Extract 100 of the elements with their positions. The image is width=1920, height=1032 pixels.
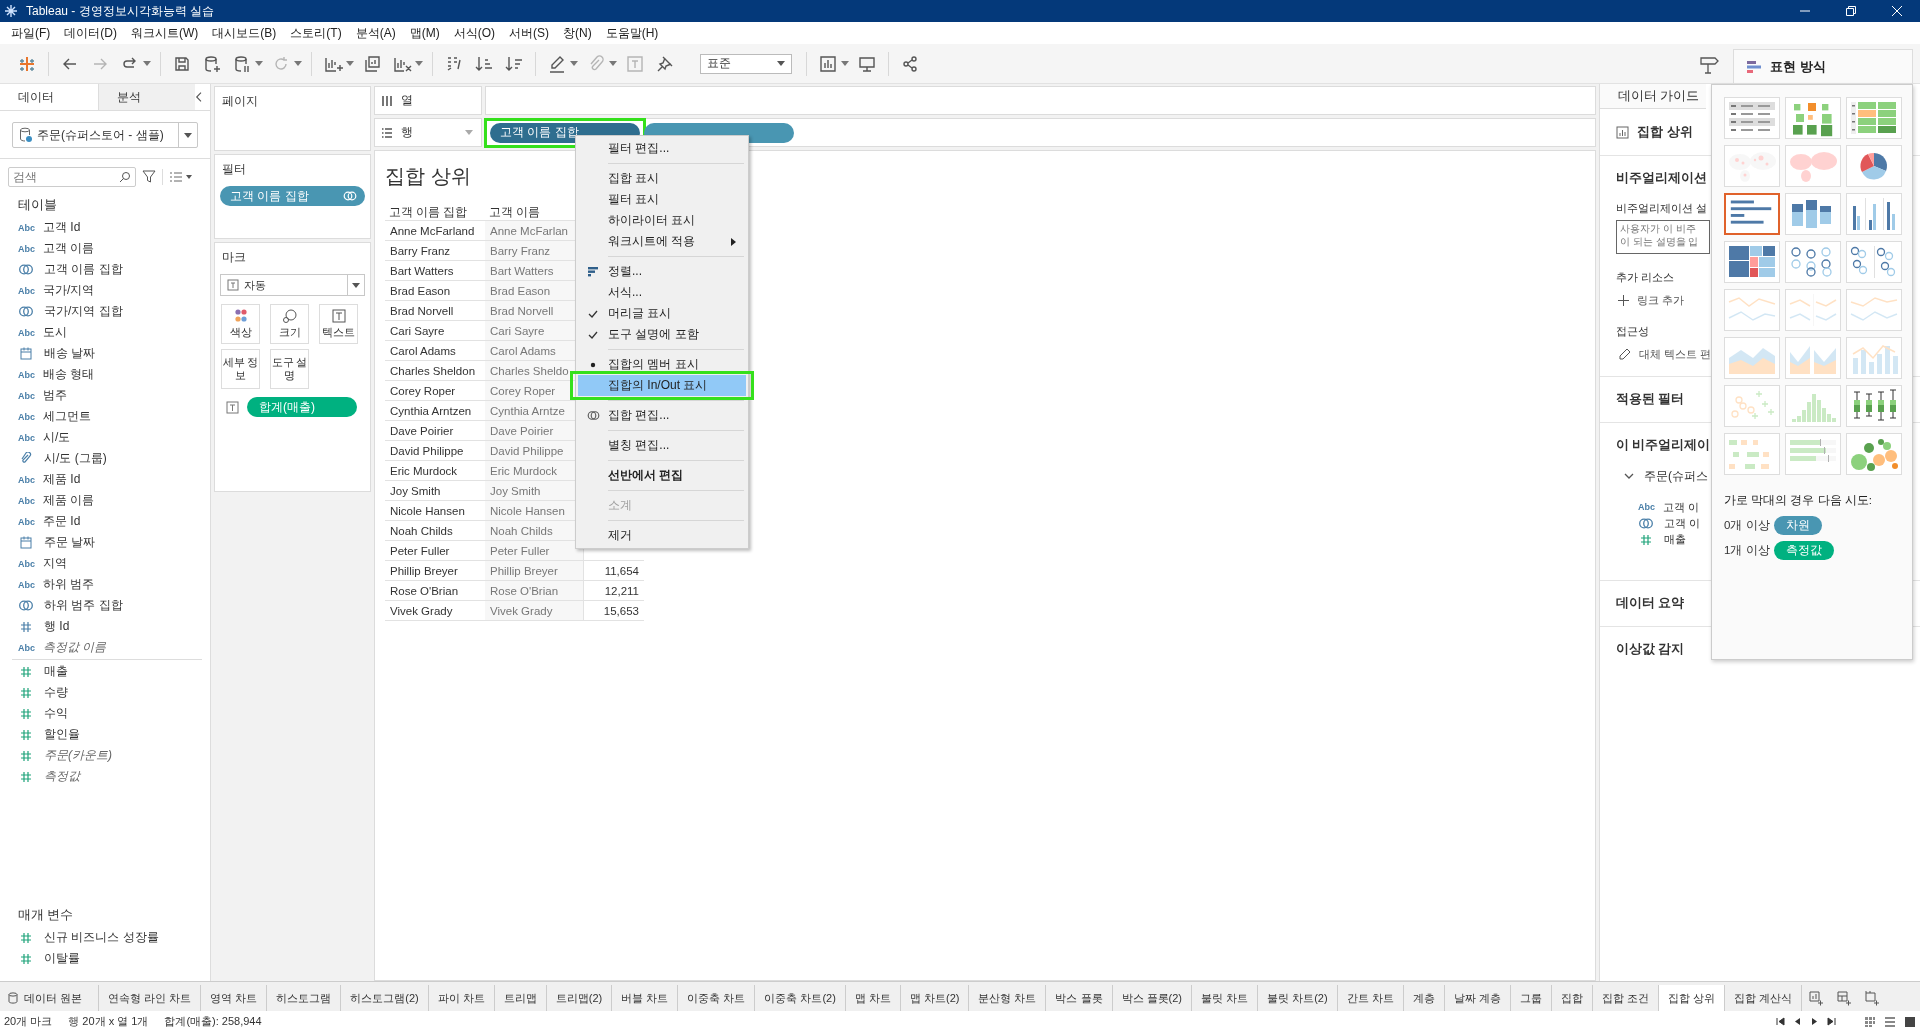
new-story-icon[interactable] bbox=[1863, 990, 1880, 1006]
caret-icon[interactable] bbox=[255, 61, 263, 66]
field-name[interactable]: 매출 bbox=[1664, 531, 1686, 547]
fit-dropdown[interactable]: 표준 bbox=[700, 53, 792, 74]
new-data-source-icon[interactable] bbox=[202, 53, 222, 74]
duplicate-sheet-icon[interactable] bbox=[362, 53, 382, 74]
filter-icon[interactable] bbox=[142, 170, 156, 184]
menu-item[interactable]: 정렬... bbox=[578, 261, 746, 282]
field-name[interactable]: 하위 범주 bbox=[43, 576, 95, 593]
field-name[interactable]: 제품 이름 bbox=[43, 492, 95, 509]
field-name[interactable]: 도시 bbox=[43, 324, 67, 341]
mark-type-dropdown[interactable]: 자동 bbox=[220, 274, 365, 296]
description-field[interactable]: 사용자가 이 비주 이 되는 설명을 입 bbox=[1616, 220, 1710, 254]
field-name[interactable]: 이탈률 bbox=[44, 950, 80, 967]
caret-icon[interactable] bbox=[143, 61, 151, 66]
collapse-icon[interactable] bbox=[195, 91, 202, 103]
list-view-icon[interactable] bbox=[1884, 1015, 1896, 1028]
menu-item[interactable]: 선반에서 편집 bbox=[578, 465, 746, 486]
field-name[interactable]: 지역 bbox=[43, 555, 67, 572]
field-name[interactable]: 세그먼트 bbox=[43, 408, 91, 425]
search-field[interactable]: 검색 bbox=[8, 167, 136, 187]
field-name[interactable]: 시/도 bbox=[43, 429, 71, 446]
show-cards-icon[interactable] bbox=[818, 53, 838, 74]
caret-icon[interactable] bbox=[841, 61, 849, 66]
field-name[interactable]: 고객 이름 bbox=[43, 240, 95, 257]
mark-property-button[interactable]: 텍스트 bbox=[319, 304, 358, 344]
close-icon[interactable] bbox=[1891, 5, 1903, 17]
field-name[interactable]: 측정값 이름 bbox=[43, 639, 107, 656]
menu-item[interactable]: 워크시트에 적용 bbox=[578, 231, 746, 252]
field-name[interactable]: 제품 Id bbox=[43, 471, 81, 488]
field-name[interactable]: 신규 비즈니스 성장률 bbox=[44, 929, 159, 946]
data-source-item[interactable]: 주문(슈퍼스 bbox=[1624, 468, 1708, 485]
field-name[interactable]: 매출 bbox=[44, 663, 68, 680]
view-options-icon[interactable] bbox=[169, 171, 193, 183]
caret-icon[interactable] bbox=[609, 61, 617, 66]
field-name[interactable]: 주문 Id bbox=[43, 513, 81, 530]
field-name[interactable]: 고객 이 bbox=[1664, 515, 1701, 531]
mark-property-button[interactable]: 크기 bbox=[270, 304, 309, 344]
menu-item[interactable]: 데이터(D) bbox=[57, 24, 124, 42]
sheet-tab[interactable]: 집합 상위 bbox=[1658, 985, 1725, 1011]
menu-item[interactable]: 서식(O) bbox=[446, 24, 502, 42]
menu-item[interactable]: 필터 표시 bbox=[578, 189, 746, 210]
show-me-button[interactable]: 표현 방식 bbox=[1733, 49, 1913, 83]
field-name[interactable]: 고객 Id bbox=[43, 219, 81, 236]
field-name[interactable]: 수익 bbox=[44, 705, 68, 722]
mark-property-button[interactable]: 색상 bbox=[221, 304, 260, 344]
caret-icon[interactable] bbox=[184, 132, 192, 138]
menu-item[interactable]: 서버(S) bbox=[502, 24, 556, 42]
field-name[interactable]: 하위 범주 집합 bbox=[44, 597, 123, 614]
menu-item[interactable]: 머리글 표시 bbox=[578, 303, 746, 324]
pane-tab[interactable]: 분석 bbox=[98, 84, 196, 110]
field-name[interactable]: 국가/지역 bbox=[43, 282, 95, 299]
add-link-button[interactable]: 링크 추가 bbox=[1616, 293, 1685, 308]
menu-item[interactable]: 집합의 멤버 표시 bbox=[578, 354, 746, 375]
menu-item[interactable]: 워크시트(W) bbox=[124, 24, 206, 42]
mark-property-button[interactable]: 세부 정보 bbox=[221, 349, 260, 389]
menu-item[interactable]: 스토리(T) bbox=[283, 24, 349, 42]
previous-page-icon[interactable] bbox=[1793, 1017, 1802, 1026]
field-name[interactable]: 배송 형태 bbox=[43, 366, 95, 383]
field-name[interactable]: 측정값 bbox=[44, 768, 80, 785]
menu-item[interactable]: 대시보드(B) bbox=[205, 24, 284, 42]
new-worksheet-icon[interactable] bbox=[1807, 990, 1824, 1006]
field-name[interactable]: 국가/지역 집합 bbox=[44, 303, 123, 320]
menu-item[interactable]: 집합 표시 bbox=[578, 168, 746, 189]
grid-view-icon[interactable] bbox=[1864, 1015, 1876, 1028]
field-name[interactable]: 고객 이 bbox=[1663, 499, 1700, 515]
caret-icon[interactable] bbox=[415, 61, 423, 66]
field-name[interactable]: 고객 이름 집합 bbox=[44, 261, 123, 278]
restore-icon[interactable] bbox=[1845, 5, 1857, 17]
chart-type-button[interactable] bbox=[1724, 193, 1780, 235]
pause-update-icon[interactable] bbox=[232, 53, 252, 74]
menu-item[interactable]: 집합의 In/Out 표시 bbox=[578, 375, 746, 396]
new-dashboard-icon[interactable] bbox=[1835, 990, 1852, 1006]
field-name[interactable]: 배송 날짜 bbox=[44, 345, 96, 362]
caret-icon[interactable] bbox=[294, 61, 302, 66]
first-page-icon[interactable] bbox=[1776, 1017, 1785, 1026]
menu-item[interactable]: 서식... bbox=[578, 282, 746, 303]
search-icon[interactable] bbox=[119, 171, 131, 183]
field-name[interactable]: 수량 bbox=[44, 684, 68, 701]
menu-item[interactable]: 분석(A) bbox=[348, 24, 403, 42]
caret-icon[interactable] bbox=[570, 61, 578, 66]
caret-icon[interactable] bbox=[777, 61, 785, 66]
field-name[interactable]: 주문 날짜 bbox=[44, 534, 96, 551]
menu-item[interactable]: 도구 설명에 포함 bbox=[578, 324, 746, 345]
caret-icon[interactable] bbox=[346, 61, 354, 66]
field-name[interactable]: 시/도 (그룹) bbox=[44, 450, 107, 467]
menu-item[interactable]: 맵(M) bbox=[402, 24, 447, 42]
data-source-dropdown[interactable]: 주문(슈퍼스토어 - 샘플) bbox=[12, 122, 198, 148]
field-name[interactable]: 범주 bbox=[43, 387, 67, 404]
menu-item[interactable]: 집합 편집... bbox=[578, 405, 746, 426]
data-guide-tab[interactable]: 데이터 가이드 bbox=[1600, 84, 1706, 109]
field-name[interactable]: 행 Id bbox=[44, 618, 70, 635]
menu-item[interactable]: 파일(F) bbox=[4, 24, 58, 42]
field-name[interactable]: 주문(카운트) bbox=[44, 747, 112, 764]
field-name[interactable]: 할인율 bbox=[44, 726, 80, 743]
filmstrip-view-icon[interactable] bbox=[1904, 1015, 1916, 1028]
caret-icon[interactable] bbox=[352, 282, 360, 288]
last-page-icon[interactable] bbox=[1827, 1017, 1836, 1026]
alt-text-button[interactable]: 대체 텍스트 편 bbox=[1616, 347, 1712, 362]
menu-item[interactable]: 별칭 편집... bbox=[578, 435, 746, 456]
